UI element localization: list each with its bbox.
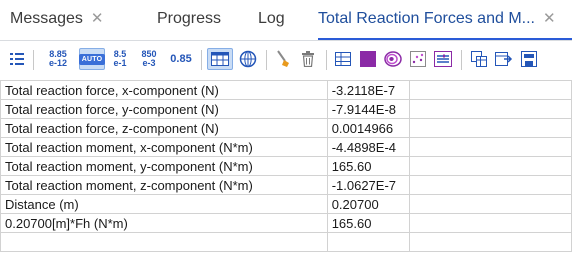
- row-value: 165.60: [326, 156, 410, 176]
- table-row[interactable]: Total reaction moment, x-component (N*m)…: [0, 137, 572, 157]
- table-row[interactable]: Total reaction force, z-component (N) 0.0…: [0, 118, 572, 138]
- table-row[interactable]: Total reaction moment, y-component (N*m)…: [0, 156, 572, 176]
- filter-settings-icon[interactable]: [432, 48, 454, 70]
- empty-cell: [408, 156, 572, 176]
- table-row[interactable]: Total reaction force, y-component (N) -7.…: [0, 99, 572, 119]
- row-value: -7.9144E-8: [326, 99, 410, 119]
- auto-precision-button[interactable]: AUTO: [78, 48, 106, 70]
- brush-icon[interactable]: [272, 48, 294, 70]
- scatter-icon[interactable]: [407, 48, 429, 70]
- row-label: Total reaction force, z-component (N): [0, 118, 328, 138]
- table-row[interactable]: Total reaction force, x-component (N) -3.…: [0, 80, 572, 100]
- tab-bar: Messages ✕ Progress Log Total Reaction Fo…: [0, 0, 572, 41]
- row-value: 0.0014966: [326, 118, 410, 138]
- plot-globe-icon[interactable]: [236, 48, 260, 70]
- toolbar: 8.85 e-12 AUTO 8.5 e-1 850 e-3 0.85: [0, 41, 572, 77]
- precision-e-1-bottom: e-1: [113, 58, 127, 68]
- row-label: Total reaction force, y-component (N): [0, 99, 328, 119]
- empty-cell: [408, 232, 572, 252]
- empty-cell: [408, 137, 572, 157]
- tab-label: Log: [258, 10, 285, 27]
- save-table-icon[interactable]: [518, 48, 540, 70]
- precision-button-e-3[interactable]: 850 e-3: [136, 48, 162, 70]
- empty-cell: [408, 194, 572, 214]
- precision-full-label: 8.85 e-12: [49, 50, 67, 68]
- row-value: 165.60: [326, 213, 410, 233]
- table-icon[interactable]: [332, 48, 354, 70]
- list-icon[interactable]: [8, 48, 26, 70]
- row-label: Total reaction force, x-component (N): [0, 80, 328, 100]
- tab-label: Messages: [10, 10, 83, 27]
- empty-cell: [408, 175, 572, 195]
- precision-button-full[interactable]: 8.85 e-12: [41, 48, 75, 70]
- tab-messages[interactable]: Messages ✕: [10, 0, 104, 40]
- empty-cell: [408, 118, 572, 138]
- row-label: Total reaction moment, x-component (N*m): [0, 137, 328, 157]
- empty-cell: [326, 232, 410, 252]
- tab-label: Progress: [157, 10, 222, 27]
- precision-e-3-bottom: e-3: [142, 58, 156, 68]
- row-value: -4.4898E-4: [326, 137, 410, 157]
- copy-table-icon[interactable]: [468, 48, 490, 70]
- contour-icon[interactable]: [382, 48, 404, 70]
- precision-full-bottom: e-12: [48, 58, 67, 68]
- close-icon[interactable]: ✕: [543, 10, 556, 27]
- export-icon[interactable]: [493, 48, 515, 70]
- table-row[interactable]: 0.20700[m]*Fh (N*m) 165.60: [0, 213, 572, 233]
- row-value: -3.2118E-7: [326, 80, 410, 100]
- tab-progress[interactable]: Progress: [157, 0, 221, 40]
- row-value: 0.20700: [326, 194, 410, 214]
- table-row[interactable]: Total reaction moment, z-component (N*m)…: [0, 175, 572, 195]
- precision-button-e-1[interactable]: 8.5 e-1: [108, 48, 132, 70]
- results-table: Total reaction force, x-component (N) -3.…: [0, 80, 572, 252]
- tab-label: Total Reaction Forces and M...: [318, 10, 535, 27]
- table-row[interactable]: Distance (m) 0.20700: [0, 194, 572, 214]
- tab-total-reaction-forces[interactable]: Total Reaction Forces and M... ✕: [318, 0, 572, 40]
- row-label: Distance (m): [0, 194, 328, 214]
- precision-e-3-label: 850 e-3: [141, 50, 156, 68]
- row-value: -1.0627E-7: [326, 175, 410, 195]
- empty-cell: [0, 232, 328, 252]
- row-label: 0.20700[m]*Fh (N*m): [0, 213, 328, 233]
- row-label: Total reaction moment, y-component (N*m): [0, 156, 328, 176]
- auto-badge: AUTO: [78, 53, 106, 65]
- close-icon[interactable]: ✕: [91, 10, 104, 27]
- precision-e-1-label: 8.5 e-1: [113, 50, 126, 68]
- delete-icon[interactable]: [297, 48, 319, 70]
- precision-button-decimal[interactable]: 0.85: [166, 48, 196, 70]
- empty-cell: [408, 80, 572, 100]
- precision-decimal-label: 0.85: [170, 53, 192, 65]
- empty-cell: [408, 213, 572, 233]
- empty-cell: [408, 99, 572, 119]
- color-table-icon[interactable]: [357, 48, 379, 70]
- row-label: Total reaction moment, z-component (N*m): [0, 175, 328, 195]
- table-view-icon[interactable]: [207, 48, 233, 70]
- table-row-empty: [0, 232, 572, 252]
- tab-log[interactable]: Log: [258, 0, 285, 40]
